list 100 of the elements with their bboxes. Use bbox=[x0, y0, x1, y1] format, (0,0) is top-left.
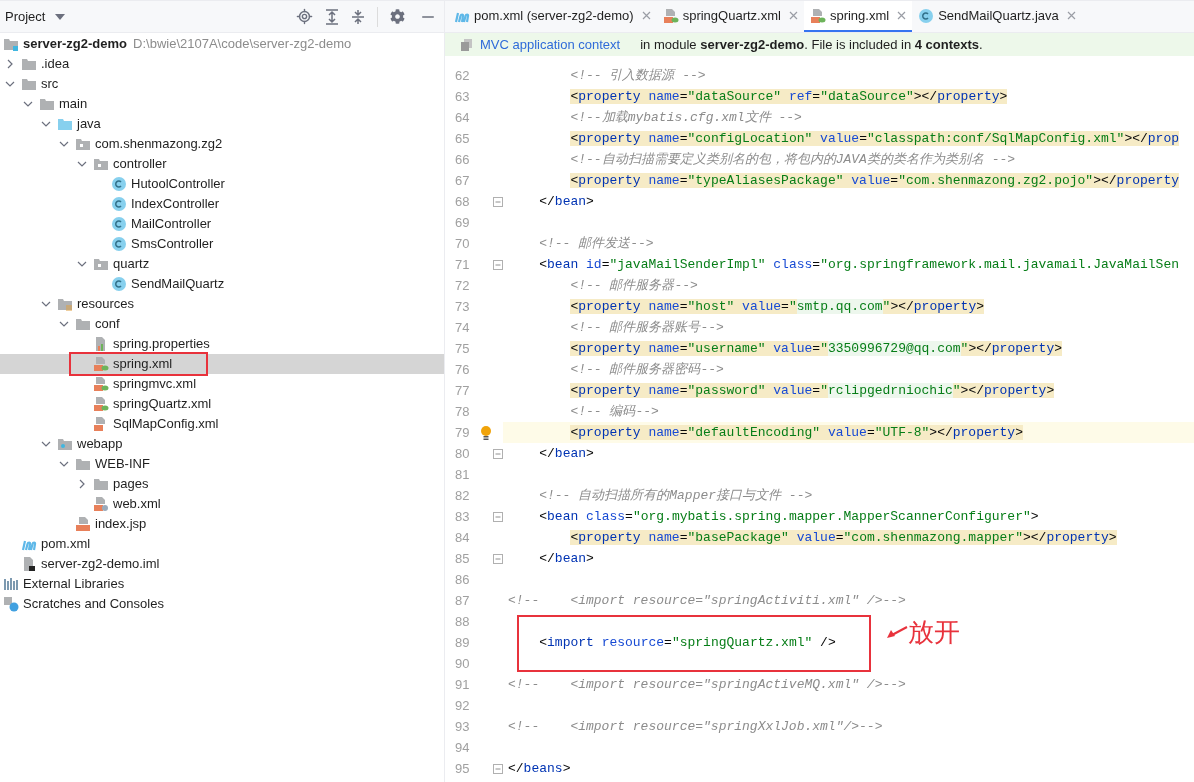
fold-marker-icon[interactable] bbox=[493, 511, 503, 522]
lightbulb-icon[interactable] bbox=[480, 424, 493, 441]
fold-marker-icon[interactable] bbox=[493, 763, 503, 774]
tree-item[interactable]: server-zg2-demo D:\bwie\2107A\code\server-zg2-demo bbox=[0, 34, 444, 54]
line-number: 88 bbox=[455, 612, 471, 631]
tree-item-label: SmsController bbox=[131, 235, 214, 254]
line-number: 81 bbox=[455, 465, 471, 484]
tree-item[interactable]: quartz bbox=[0, 254, 444, 274]
folder-icon bbox=[57, 436, 73, 452]
tree-item-label: webapp bbox=[77, 435, 123, 454]
tree-item[interactable]: HutoolController bbox=[0, 174, 444, 194]
tree-item[interactable]: IndexController bbox=[0, 194, 444, 214]
tree-item[interactable]: WEB-INF bbox=[0, 454, 444, 474]
xml-file-icon bbox=[93, 376, 109, 392]
tree-item[interactable]: webapp bbox=[0, 434, 444, 454]
tree-item[interactable]: web.xml bbox=[0, 494, 444, 514]
line-number: 64 bbox=[455, 108, 471, 127]
fold-marker-icon[interactable] bbox=[493, 196, 503, 207]
tree-item[interactable]: springmvc.xml bbox=[0, 374, 444, 394]
tree-item-label: spring.xml bbox=[113, 355, 173, 374]
close-icon[interactable] bbox=[788, 11, 798, 20]
jsp-file-icon bbox=[75, 516, 91, 532]
project-view-dropdown[interactable]: Project bbox=[5, 6, 66, 27]
chevron-down-icon[interactable] bbox=[77, 259, 87, 269]
caret-icon bbox=[55, 13, 66, 20]
folder-icon bbox=[93, 476, 109, 492]
file-icon bbox=[21, 556, 37, 572]
code-line: </bean> bbox=[538, 549, 594, 568]
package-icon bbox=[93, 256, 109, 272]
xml-file-icon bbox=[93, 496, 109, 512]
fold-marker-icon[interactable] bbox=[493, 448, 503, 459]
line-number: 95 bbox=[455, 759, 471, 778]
line-number: 66 bbox=[455, 150, 471, 169]
tree-item[interactable]: pom.xml bbox=[0, 534, 444, 554]
tree-item[interactable]: index.jsp bbox=[0, 514, 444, 534]
tree-item-label: MailController bbox=[131, 215, 212, 234]
context-link[interactable]: MVC application context bbox=[480, 34, 621, 55]
tree-item-label: conf bbox=[95, 315, 120, 334]
collapse-all-icon[interactable] bbox=[351, 8, 365, 25]
line-number: 87 bbox=[455, 591, 471, 610]
locate-icon[interactable] bbox=[296, 8, 313, 25]
class-icon bbox=[111, 236, 127, 252]
tree-item[interactable]: SqlMapConfig.xml bbox=[0, 414, 444, 434]
tree-item[interactable]: Scratches and Consoles bbox=[0, 594, 444, 614]
close-icon[interactable] bbox=[1066, 11, 1076, 20]
close-icon[interactable] bbox=[641, 11, 651, 20]
code-line: </bean> bbox=[538, 192, 594, 211]
tree-item[interactable]: SendMailQuartz bbox=[0, 274, 444, 294]
tree-item[interactable]: resources bbox=[0, 294, 444, 314]
code-line: <!--加载mybatis.cfg.xml文件 --> bbox=[569, 108, 802, 127]
line-number: 90 bbox=[455, 654, 471, 673]
folder-icon bbox=[57, 296, 73, 312]
fold-marker-icon[interactable] bbox=[493, 553, 503, 564]
editor-tab[interactable]: pom.xml (server-zg2-demo) bbox=[448, 1, 657, 32]
tree-item-label: HutoolController bbox=[131, 175, 225, 194]
line-number: 74 bbox=[455, 318, 471, 337]
tree-item[interactable]: conf bbox=[0, 314, 444, 334]
code-line: <!--自动扫描需要定义类别名的包，将包内的JAVA类的类名作为类别名 --> bbox=[569, 150, 1016, 169]
editor-tab[interactable]: SendMailQuartz.java bbox=[912, 1, 1082, 32]
tree-item[interactable]: External Libraries bbox=[0, 574, 444, 594]
expand-all-icon[interactable] bbox=[325, 8, 339, 25]
line-number: 94 bbox=[455, 738, 471, 757]
class-icon bbox=[111, 216, 127, 232]
tree-item[interactable]: MailController bbox=[0, 214, 444, 234]
line-number: 92 bbox=[455, 696, 471, 715]
tree-item[interactable]: .idea bbox=[0, 54, 444, 74]
line-number: 75 bbox=[455, 339, 471, 358]
tree-item[interactable]: java bbox=[0, 114, 444, 134]
tree-item[interactable]: com.shenmazong.zg2 bbox=[0, 134, 444, 154]
tree-item[interactable]: SmsController bbox=[0, 234, 444, 254]
line-number: 77 bbox=[455, 381, 471, 400]
line-number: 91 bbox=[455, 675, 471, 694]
scratches-icon bbox=[3, 596, 19, 612]
tree-item-label: com.shenmazong.zg2 bbox=[95, 135, 223, 154]
tree-item-label: springmvc.xml bbox=[113, 375, 197, 394]
chevron-right-icon[interactable] bbox=[5, 59, 15, 69]
code-line: <!-- <import resource="springActiveMQ.xml" />--> bbox=[508, 675, 906, 694]
editor-tab[interactable]: spring.xml bbox=[803, 1, 913, 32]
chevron-right-icon[interactable] bbox=[77, 479, 87, 489]
tree-item-label: resources bbox=[77, 295, 135, 314]
fold-marker-icon[interactable] bbox=[493, 259, 503, 270]
close-icon[interactable] bbox=[897, 11, 907, 20]
tree-item[interactable]: spring.xml bbox=[0, 354, 444, 374]
tree-item-label: pom.xml bbox=[41, 535, 91, 554]
tree-item[interactable]: main bbox=[0, 94, 444, 114]
line-number: 70 bbox=[455, 234, 471, 253]
line-number: 63 bbox=[455, 87, 471, 106]
tree-item[interactable]: springQuartz.xml bbox=[0, 394, 444, 414]
settings-icon[interactable] bbox=[390, 9, 405, 24]
editor-tab[interactable]: springQuartz.xml bbox=[656, 1, 804, 32]
tree-item[interactable]: server-zg2-demo.iml bbox=[0, 554, 444, 574]
tree-item-label: External Libraries bbox=[23, 575, 125, 594]
tree-item[interactable]: pages bbox=[0, 474, 444, 494]
tree-item[interactable]: controller bbox=[0, 154, 444, 174]
tree-item[interactable]: spring.properties bbox=[0, 334, 444, 354]
code-line: <!-- 引入数据源 --> bbox=[569, 66, 706, 85]
arrow-icon bbox=[886, 625, 908, 639]
tree-item[interactable]: src bbox=[0, 74, 444, 94]
code-line: </bean> bbox=[538, 444, 594, 463]
tree-item-label: server-zg2-demo bbox=[23, 35, 128, 54]
